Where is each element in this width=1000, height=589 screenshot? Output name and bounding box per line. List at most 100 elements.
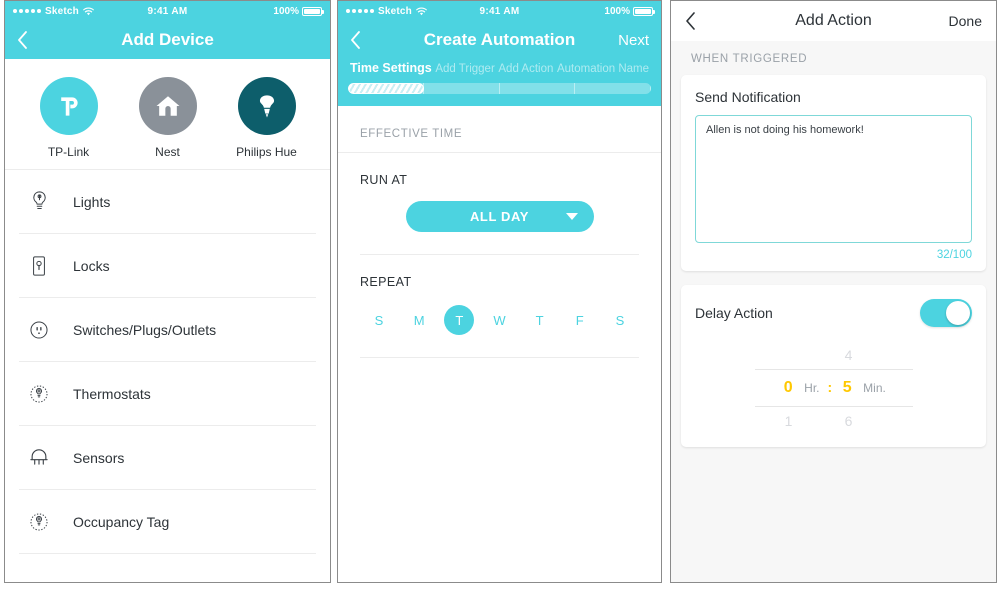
day-monday[interactable]: M — [404, 305, 434, 335]
device-category-list: Lights Locks Switches/Plugs/Outlets Ther… — [5, 169, 330, 554]
step-add-action[interactable]: Add Action — [498, 63, 553, 75]
card-delay-action: Delay Action 4 0 Hr. : 5 Min. 1 6 — [681, 285, 986, 447]
day-wednesday[interactable]: W — [484, 305, 514, 335]
battery-percent-label: 100% — [604, 5, 630, 17]
brand-label: Philips Hue — [236, 145, 297, 159]
list-item-label: Sensors — [73, 449, 125, 466]
day-thursday[interactable]: T — [525, 305, 555, 335]
step-add-trigger[interactable]: Add Trigger — [435, 63, 494, 75]
next-button[interactable]: Next — [618, 32, 649, 49]
list-item-thermostats[interactable]: Thermostats — [19, 362, 316, 426]
day-friday[interactable]: F — [565, 305, 595, 335]
list-item-label: Occupancy Tag — [73, 513, 170, 530]
battery-full-icon — [633, 6, 655, 16]
house-icon — [138, 77, 197, 135]
step-labels: Time Settings Add Trigger Add Action Aut… — [348, 59, 651, 83]
delay-minutes-unit: Min. — [863, 381, 886, 395]
navbar-create-automation: Create Automation Next — [338, 21, 661, 59]
delay-hours-value: 0 — [783, 379, 793, 396]
send-notification-title: Send Notification — [695, 89, 801, 105]
ghost-hours-below: 1 — [784, 413, 793, 429]
status-bar-right: 100% — [273, 5, 324, 17]
lock-outline-icon — [19, 254, 59, 278]
repeat-label: REPEAT — [360, 275, 412, 289]
list-item-lights[interactable]: Lights — [19, 170, 316, 234]
brand-nest[interactable]: Nest — [122, 77, 214, 159]
brand-tplink[interactable]: TP-Link — [23, 77, 115, 159]
list-item-switches-plugs-outlets[interactable]: Switches/Plugs/Outlets — [19, 298, 316, 362]
battery-percent-label: 100% — [273, 5, 299, 17]
card-send-notification: Send Notification Allen is not doing his… — [681, 75, 986, 271]
list-item-label: Thermostats — [73, 385, 151, 402]
status-bar-left: Sketch — [346, 6, 427, 17]
list-item-label: Lights — [73, 193, 111, 210]
delay-time-picker[interactable]: 4 0 Hr. : 5 Min. 1 6 — [754, 345, 913, 431]
battery-full-icon — [302, 6, 324, 16]
carrier-label: Sketch — [45, 5, 79, 17]
wifi-icon — [416, 6, 427, 16]
page-title: Add Device — [121, 30, 214, 49]
tplink-logo-icon — [39, 77, 98, 135]
picker-line-bottom — [754, 406, 913, 407]
run-at-control: ALL DAY — [338, 187, 661, 254]
picker-separator: : — [827, 379, 833, 395]
divider — [360, 357, 639, 358]
ghost-minutes-below: 6 — [844, 413, 853, 429]
picker-ghost-below: 1 6 — [755, 411, 913, 431]
picker-selected-row: 0 Hr. : 5 Min. — [755, 374, 913, 402]
brand-label: TP-Link — [47, 145, 90, 159]
run-at-label: RUN AT — [360, 173, 408, 187]
day-saturday[interactable]: S — [605, 305, 635, 335]
delay-minutes-value: 5 — [842, 379, 852, 396]
outlet-outline-icon — [19, 319, 59, 341]
ghost-minutes-above: 4 — [844, 347, 853, 363]
step-automation-name[interactable]: Automation Name — [557, 63, 649, 75]
repeat-day-selector: S M T W T F S — [338, 289, 661, 357]
brand-label: Nest — [155, 145, 180, 159]
signal-dots-icon — [346, 9, 374, 13]
thermostat-outline-icon — [19, 383, 59, 405]
wizard-progress-bar — [348, 83, 651, 94]
delay-action-header: Delay Action — [695, 299, 972, 327]
carrier-label: Sketch — [378, 5, 412, 17]
toggle-switch-icon[interactable] — [920, 299, 972, 327]
list-item-occupancy-tag[interactable]: Occupancy Tag — [19, 490, 316, 554]
list-item-label: Switches/Plugs/Outlets — [73, 321, 217, 338]
list-item-sensors[interactable]: Sensors — [19, 426, 316, 490]
chevron-left-icon[interactable] — [685, 12, 696, 30]
run-at-dropdown[interactable]: ALL DAY — [405, 201, 594, 232]
day-sunday[interactable]: S — [364, 305, 394, 335]
section-title-when-triggered: WHEN TRIGGERED — [691, 53, 808, 65]
page-title: Add Action — [795, 12, 872, 29]
list-item-locks[interactable]: Locks — [19, 234, 316, 298]
day-tuesday[interactable]: T — [444, 305, 475, 335]
character-counter: 32/100 — [936, 249, 972, 261]
navbar-add-device: Add Device — [5, 21, 330, 59]
wizard-steps: Time Settings Add Trigger Add Action Aut… — [338, 59, 661, 106]
toggle-knob — [946, 301, 970, 325]
sensor-outline-icon — [19, 447, 59, 468]
section-title-effective-time: EFFECTIVE TIME — [338, 106, 661, 153]
signal-dots-icon — [13, 9, 41, 13]
status-bar-right: 100% — [604, 5, 655, 17]
screenshot-root: Sketch 9:41 AM 100% Add Device TP-Link N… — [0, 0, 1000, 589]
wifi-icon — [83, 6, 94, 16]
step-time-settings[interactable]: Time Settings — [350, 61, 432, 75]
bulb-outline-icon — [19, 189, 59, 214]
navbar-add-action: Add Action Done — [671, 1, 996, 41]
delay-action-title: Delay Action — [695, 305, 773, 321]
done-button[interactable]: Done — [949, 13, 982, 29]
brand-philips-hue[interactable]: Philips Hue — [221, 77, 313, 159]
phone-panel-create-automation: Sketch 9:41 AM 100% Create Automation Ne… — [337, 0, 662, 583]
status-bar: Sketch 9:41 AM 100% — [338, 1, 661, 21]
run-at-value: ALL DAY — [469, 209, 530, 224]
chevron-left-icon[interactable] — [350, 31, 361, 49]
delay-hours-unit: Hr. — [804, 381, 820, 395]
chevron-left-icon[interactable] — [17, 31, 28, 49]
wizard-progress-fill — [348, 83, 424, 94]
page-title: Create Automation — [423, 30, 576, 49]
lightbulb-icon — [237, 77, 296, 135]
brand-shortcuts: TP-Link Nest Philips Hue — [5, 59, 330, 169]
status-bar-left: Sketch — [13, 6, 94, 17]
notification-message-input[interactable]: Allen is not doing his homework! — [695, 115, 972, 243]
